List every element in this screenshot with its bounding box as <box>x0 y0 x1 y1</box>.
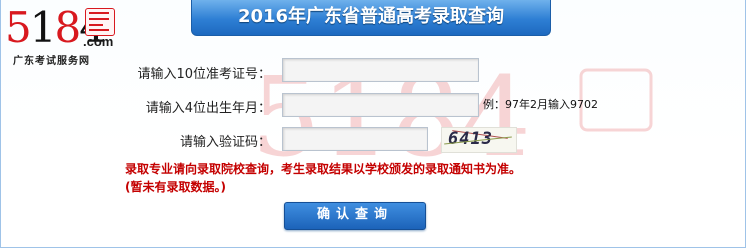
birth-field[interactable] <box>282 93 479 117</box>
captcha-label: 请输入验证码： <box>179 135 271 150</box>
exam-id-label: 请输入10位准考证号： <box>137 67 271 82</box>
submit-query-button[interactable]: 确认查询 <box>284 202 426 230</box>
captcha-image[interactable]: 6413 <box>441 127 517 153</box>
captcha-field[interactable] <box>282 127 428 151</box>
site-logo[interactable]: 5184 .com 广东考试服务网 <box>5 6 125 67</box>
logo-tagline: 广东考试服务网 <box>13 56 90 67</box>
birth-label: 请输入4位出生年月： <box>145 101 271 116</box>
page-title: 2016年广东省普通高考录取查询 <box>191 0 551 36</box>
page-frame: 5184 .com 广东考试服务网 2016年广东省普通高考录取查询 5184 … <box>0 0 746 248</box>
exam-id-field[interactable] <box>282 58 479 82</box>
logo-domain: .com <box>83 34 114 49</box>
birth-format-hint: 例：97年2月输入9702 <box>483 98 598 111</box>
notice-text: 录取专业请向录取院校查询，考生录取结果以学校颁发的录取通知书为准。 <box>125 162 522 176</box>
no-data-notice: (暂未有录取数据。) <box>125 180 226 194</box>
logo-seal-icon <box>85 8 115 36</box>
